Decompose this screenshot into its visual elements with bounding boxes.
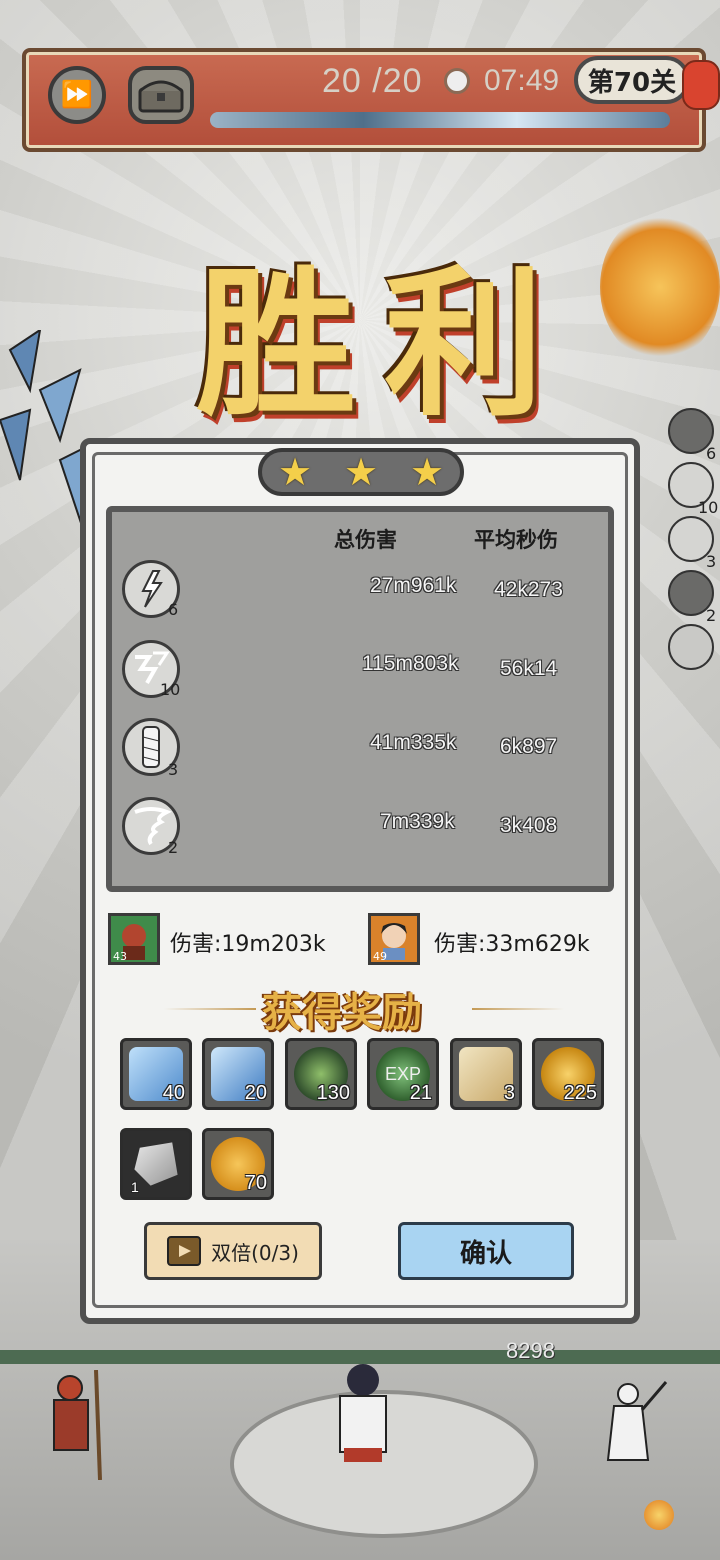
total-damage-value: 41m335k [370, 731, 457, 754]
side-skill-empty-slot [668, 624, 714, 670]
fireball-icon [644, 1500, 674, 1530]
fire-blast-right [600, 212, 720, 362]
side-skill-level: 10 [698, 498, 719, 517]
avg-dps-header: 平均秒伤 [474, 528, 558, 552]
reward-item[interactable]: 3 [450, 1038, 522, 1110]
reward-count: 70 [244, 1172, 267, 1194]
skill-level: 6 [168, 600, 179, 619]
star-icon: ★ [277, 450, 313, 494]
treasure-chest-icon [138, 80, 184, 113]
reward-item[interactable]: 20 [202, 1038, 274, 1110]
reward-count: 20 [244, 1082, 267, 1104]
side-skill-level: 2 [706, 606, 717, 625]
shrine-maiden-figure [318, 1360, 408, 1470]
total-damage-value: 27m961k [370, 574, 457, 597]
level-badge: 第70关 [574, 56, 690, 104]
reward-count: 1 [131, 1179, 139, 1195]
hero-level: 43 [113, 950, 127, 963]
confirm-button[interactable]: 确认 [398, 1222, 574, 1280]
total-damage-header: 总伤害 [334, 528, 397, 552]
treasure-chest-button[interactable] [128, 66, 194, 124]
skill-level: 3 [168, 760, 179, 779]
reward-count: 40 [162, 1082, 185, 1104]
reward-item[interactable]: 130 [285, 1038, 357, 1110]
side-skill-list: 6 10 3 2 [668, 408, 720, 670]
reward-count: 21 [409, 1082, 432, 1104]
reward-item[interactable]: 225 [532, 1038, 604, 1110]
reward-divider-left [164, 1008, 256, 1010]
fast-forward-icon: ⏩ [60, 80, 94, 110]
reward-count: 225 [563, 1082, 597, 1104]
skill-level: 10 [160, 680, 181, 699]
total-damage-value: 115m803k [362, 652, 459, 675]
hero-level: 49 [373, 950, 387, 963]
avg-dps-value: 3k408 [500, 814, 558, 837]
reward-count: 3 [503, 1082, 515, 1104]
total-damage-value: 7m339k [380, 810, 455, 833]
avg-dps-value: 56k14 [500, 657, 558, 680]
battle-timer: 07:49 [484, 64, 560, 97]
avg-dps-value: 42k273 [494, 578, 563, 601]
hero-avatar-1[interactable]: 43 [108, 913, 160, 965]
lantern-icon [682, 60, 720, 110]
monk-hero-figure [40, 1369, 110, 1481]
wall-hp: 8298 [506, 1338, 555, 1363]
fast-forward-button[interactable]: ⏩ [48, 66, 106, 124]
avg-dps-value: 6k897 [500, 735, 558, 758]
reward-divider-right [472, 1008, 564, 1010]
wave-counter: 20 /20 [322, 62, 423, 100]
reward-item[interactable]: 40 [120, 1038, 192, 1110]
lightning-progress-bar [210, 112, 670, 128]
video-ad-icon [167, 1236, 202, 1266]
double-reward-button[interactable]: 双倍(0/3) [144, 1222, 322, 1280]
victory-title: 胜利 [196, 250, 573, 438]
star-icon: ★ [343, 450, 379, 494]
reward-item[interactable]: 70 [202, 1128, 274, 1200]
reward-item[interactable]: 1 [120, 1128, 192, 1200]
reward-count: 130 [316, 1082, 350, 1104]
side-skill-level: 6 [706, 444, 717, 463]
hero-damage-2: 伤害:33m629k [434, 932, 590, 957]
double-button-label: 双倍(0/3) [211, 1240, 299, 1265]
skill-level: 2 [168, 838, 179, 857]
hero-damage-1: 伤害:19m203k [170, 932, 326, 957]
clock-icon [444, 68, 470, 94]
side-skill-level: 3 [706, 552, 717, 571]
reward-item[interactable]: EXP 21 [367, 1038, 439, 1110]
ghost-warrior-figure [598, 1380, 668, 1470]
star-rating: ★ ★ ★ [258, 448, 464, 496]
confirm-button-label: 确认 [459, 1238, 512, 1269]
hero-avatar-2[interactable]: 49 [368, 913, 420, 965]
star-icon: ★ [409, 450, 445, 494]
reward-title: 获得奖励 [262, 989, 422, 1036]
